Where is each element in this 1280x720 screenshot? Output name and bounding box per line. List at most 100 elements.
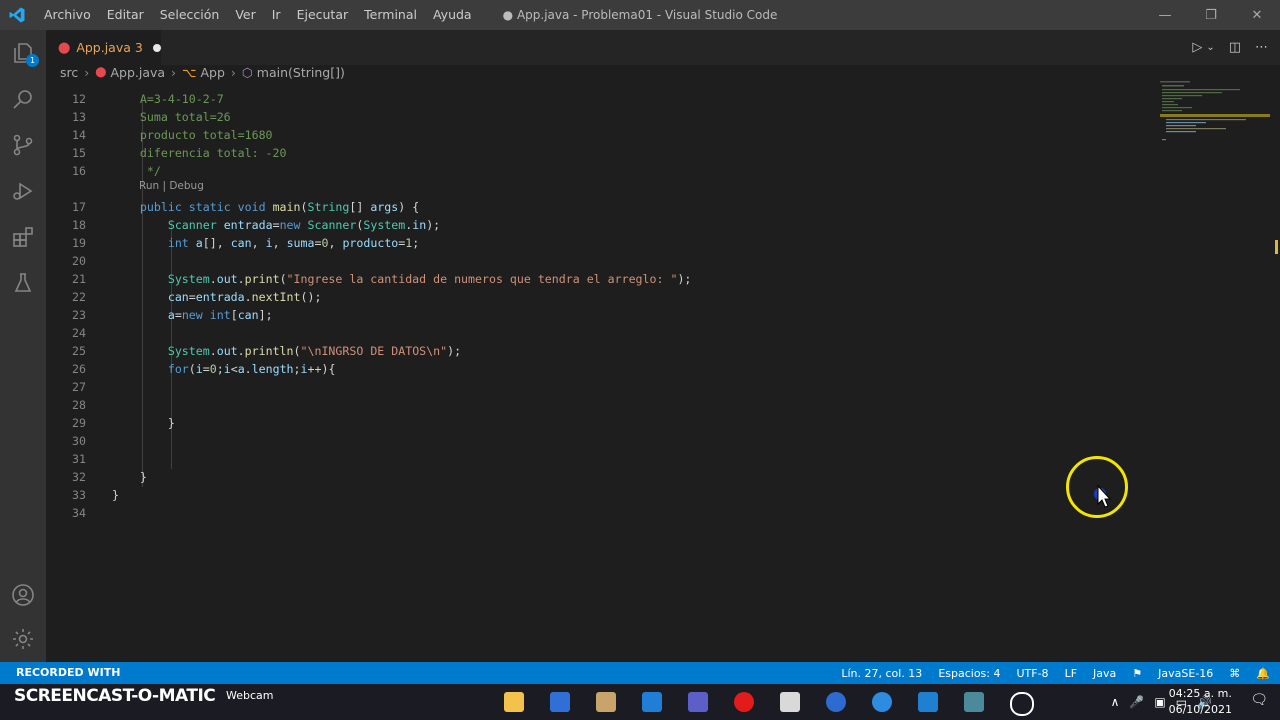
chevron-up-icon[interactable]: ∧ [1111,695,1120,709]
line-number: 32 [72,470,86,484]
file-explorer-icon[interactable] [504,692,524,712]
editor-actions: ▷ ⌄ ◫ ⋯ [1192,30,1268,65]
java-runtime[interactable]: JavaSE-16 [1158,667,1213,680]
microphone-icon[interactable]: 🎤 [1129,695,1144,709]
indentation[interactable]: Espacios: 4 [938,667,1000,680]
notifications-icon[interactable]: 🗨 [1250,692,1268,708]
menu-terminal[interactable]: Terminal [356,0,425,30]
code-line[interactable]: 31 [46,450,1146,468]
code-line[interactable]: 20 [46,252,1146,270]
code-editor[interactable]: Run | Debug 12 A=3-4-10-2-7 13 Suma total… [46,81,1276,662]
teams-icon[interactable] [688,692,708,712]
search-button[interactable] [0,76,46,122]
breadcrumb-folder[interactable]: src [60,65,78,80]
more-actions-icon[interactable]: ⋯ [1255,40,1268,55]
end-of-line[interactable]: LF [1065,667,1077,680]
code-line[interactable]: 33} [46,486,1146,504]
code-line[interactable]: 34 [46,504,1146,522]
code-line[interactable]: 24 [46,324,1146,342]
code-line[interactable]: 26 for(i=0;i<a.length;i++){ [46,360,1146,378]
code-text: } [112,488,119,502]
code-text: A=3-4-10-2-7 [112,92,224,106]
code-line[interactable]: 21 System.out.print("Ingrese la cantidad… [46,270,1146,288]
line-number: 18 [72,218,86,232]
menu-ver[interactable]: Ver [227,0,263,30]
opera-icon[interactable] [734,692,754,712]
code-line[interactable]: 32 } [46,468,1146,486]
menu-seleccion[interactable]: Selección [152,0,228,30]
cursor-position[interactable]: Lín. 27, col. 13 [841,667,922,680]
code-line[interactable]: 12 A=3-4-10-2-7 [46,90,1146,108]
feedback-icon[interactable]: ⚑ [1132,667,1142,680]
menu-ayuda[interactable]: Ayuda [425,0,480,30]
gear-icon [13,629,33,649]
menu-ir[interactable]: Ir [264,0,289,30]
recorder-icon[interactable] [1010,692,1034,716]
code-text: */ [112,164,161,178]
breadcrumb-method[interactable]: main(String[]) [257,65,345,80]
run-debug-button[interactable] [0,168,46,214]
breadcrumb: src › ⬤ App.java › ⌥ App › ⬡ main(String… [46,63,1160,81]
menu-ejecutar[interactable]: Ejecutar [289,0,357,30]
code-line[interactable]: 15 diferencia total: -20 [46,144,1146,162]
code-line[interactable]: 17 public static void main(String[] args… [46,198,1146,216]
broadcast-icon[interactable]: ⌘ [1229,667,1240,680]
line-number: 15 [72,146,86,160]
minimize-icon[interactable]: — [1142,0,1188,30]
run-icon[interactable]: ▷ [1192,40,1202,55]
code-line[interactable]: 25 System.out.println("\nINGRSO DE DATOS… [46,342,1146,360]
code-line[interactable]: 14 producto total=1680 [46,126,1146,144]
code-line[interactable]: 30 [46,432,1146,450]
code-line[interactable]: 18 Scanner entrada=new Scanner(System.in… [46,216,1146,234]
tab-app-java[interactable]: ⬤ App.java 3 [46,30,161,65]
line-number: 30 [72,434,86,448]
accounts-button[interactable] [0,572,46,618]
search-icon [13,90,32,109]
unsaved-dot-icon[interactable] [152,43,161,52]
code-line[interactable]: 23 a=new int[can]; [46,306,1146,324]
mouse-pointer-icon [1094,484,1112,508]
code-line[interactable]: 19 int a[], can, i, suma=0, producto=1; [46,234,1146,252]
app-icon[interactable] [780,692,800,712]
line-number: 23 [72,308,86,322]
clock[interactable]: 04:25 a. m. 06/10/2021 [1169,686,1232,718]
breadcrumb-class[interactable]: App [200,65,224,80]
code-line[interactable]: 27 [46,378,1146,396]
line-number: 31 [72,452,86,466]
tab-problem-count: 3 [134,40,143,55]
code-text: Suma total=26 [112,110,231,124]
mail-icon[interactable] [642,692,662,712]
chat-icon[interactable] [872,692,892,712]
menu-archivo[interactable]: Archivo [36,0,99,30]
extensions-button[interactable] [0,214,46,260]
language-mode[interactable]: Java [1093,667,1116,680]
java-file-icon: ⬤ [58,41,71,54]
vscode-taskbar-icon[interactable] [918,692,938,712]
store-icon[interactable] [550,692,570,712]
code-line[interactable]: 28 [46,396,1146,414]
codelens-run-debug[interactable]: Run | Debug [139,180,204,192]
source-control-button[interactable] [0,122,46,168]
line-number: 27 [72,380,86,394]
split-editor-icon[interactable]: ◫ [1229,40,1241,55]
flask-icon [14,273,32,292]
menu-editar[interactable]: Editar [99,0,152,30]
chevron-down-icon[interactable]: ⌄ [1206,42,1214,53]
app-icon[interactable] [826,692,846,712]
restore-icon[interactable]: ❐ [1188,0,1234,30]
testing-button[interactable] [0,260,46,306]
code-line[interactable]: 13 Suma total=26 [46,108,1146,126]
breadcrumb-file[interactable]: App.java [110,65,165,80]
app-icon[interactable] [596,692,616,712]
minimap[interactable] [1160,81,1270,161]
explorer-button[interactable]: 1 [0,30,46,76]
notepad-icon[interactable] [964,692,984,712]
bell-icon[interactable]: 🔔 [1256,667,1270,680]
close-icon[interactable]: ✕ [1234,0,1280,30]
code-line[interactable]: 16 */ [46,162,1146,180]
network-icon[interactable]: ▣ [1154,695,1165,709]
encoding[interactable]: UTF-8 [1016,667,1048,680]
code-line[interactable]: 22 can=entrada.nextInt(); [46,288,1146,306]
code-line[interactable]: 29 } [46,414,1146,432]
settings-button[interactable] [0,616,46,662]
